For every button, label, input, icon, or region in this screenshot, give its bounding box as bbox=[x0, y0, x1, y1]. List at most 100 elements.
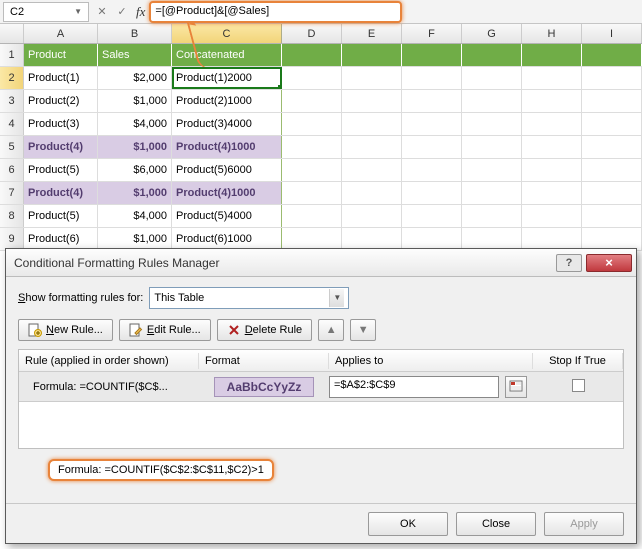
cell-empty[interactable] bbox=[582, 44, 642, 66]
row-header-8[interactable]: 8 bbox=[0, 205, 24, 227]
row-header-7[interactable]: 7 bbox=[0, 182, 24, 204]
cell-empty[interactable] bbox=[342, 44, 402, 66]
formula-input[interactable]: =[@Product]&[@Sales] bbox=[149, 1, 402, 23]
cell-empty[interactable] bbox=[342, 136, 402, 158]
cell-empty[interactable] bbox=[522, 113, 582, 135]
cell-empty[interactable] bbox=[342, 67, 402, 89]
range-picker-button[interactable] bbox=[505, 376, 527, 398]
fx-icon[interactable]: fx bbox=[132, 4, 149, 20]
cell-empty[interactable] bbox=[402, 44, 462, 66]
cell-empty[interactable] bbox=[282, 136, 342, 158]
chevron-down-icon[interactable]: ▼ bbox=[74, 7, 82, 16]
cell-empty[interactable] bbox=[522, 90, 582, 112]
cell-empty[interactable] bbox=[402, 67, 462, 89]
cell-empty[interactable] bbox=[282, 228, 342, 250]
col-header-e[interactable]: E bbox=[342, 24, 402, 43]
cell-product[interactable]: Product(5) bbox=[24, 159, 98, 181]
cell-sales[interactable]: $1,000 bbox=[98, 90, 172, 112]
help-button[interactable]: ? bbox=[556, 254, 582, 272]
cell-sales[interactable]: $1,000 bbox=[98, 228, 172, 250]
header-sales[interactable]: Sales bbox=[98, 44, 172, 66]
cell-concat[interactable]: Product(6)1000 bbox=[172, 228, 282, 250]
rule-row[interactable]: Formula: =COUNTIF($C$... AaBbCcYyZz =$A$… bbox=[19, 372, 623, 402]
cell-empty[interactable] bbox=[522, 159, 582, 181]
new-rule-button[interactable]: New Rule... bbox=[18, 319, 113, 341]
close-dialog-button[interactable]: Close bbox=[456, 512, 536, 536]
cell-empty[interactable] bbox=[282, 205, 342, 227]
cell-concat[interactable]: Product(5)4000 bbox=[172, 205, 282, 227]
cell-sales[interactable]: $4,000 bbox=[98, 113, 172, 135]
cell-empty[interactable] bbox=[282, 90, 342, 112]
cell-empty[interactable] bbox=[522, 228, 582, 250]
cell-empty[interactable] bbox=[462, 67, 522, 89]
cell-empty[interactable] bbox=[582, 113, 642, 135]
cell-product[interactable]: Product(2) bbox=[24, 90, 98, 112]
cell-empty[interactable] bbox=[402, 205, 462, 227]
cancel-formula-icon[interactable]: ✕ bbox=[92, 5, 112, 18]
ok-button[interactable]: OK bbox=[368, 512, 448, 536]
cell-empty[interactable] bbox=[282, 159, 342, 181]
cell-product[interactable]: Product(4) bbox=[24, 182, 98, 204]
active-cell[interactable]: Product(1)2000 bbox=[172, 67, 282, 89]
cell-sales[interactable]: $2,000 bbox=[98, 67, 172, 89]
cell-empty[interactable] bbox=[282, 182, 342, 204]
cell-empty[interactable] bbox=[342, 90, 402, 112]
cell-empty[interactable] bbox=[402, 182, 462, 204]
cell-empty[interactable] bbox=[522, 205, 582, 227]
row-header-1[interactable]: 1 bbox=[0, 44, 24, 66]
row-header-2[interactable]: 2 bbox=[0, 67, 24, 89]
cell-product[interactable]: Product(5) bbox=[24, 205, 98, 227]
applies-to-input[interactable]: =$A$2:$C$9 bbox=[329, 376, 499, 398]
col-header-h[interactable]: H bbox=[522, 24, 582, 43]
cell-empty[interactable] bbox=[402, 228, 462, 250]
cell-empty[interactable] bbox=[402, 159, 462, 181]
cell-concat[interactable]: Product(5)6000 bbox=[172, 159, 282, 181]
cell-empty[interactable] bbox=[342, 205, 402, 227]
cell-concat[interactable]: Product(4)1000 bbox=[172, 136, 282, 158]
cell-concat[interactable]: Product(2)1000 bbox=[172, 90, 282, 112]
close-button[interactable]: × bbox=[586, 254, 632, 272]
cell-sales[interactable]: $1,000 bbox=[98, 136, 172, 158]
col-header-g[interactable]: G bbox=[462, 24, 522, 43]
cell-empty[interactable] bbox=[462, 90, 522, 112]
cell-product[interactable]: Product(6) bbox=[24, 228, 98, 250]
dialog-titlebar[interactable]: Conditional Formatting Rules Manager ? × bbox=[6, 249, 636, 277]
col-header-f[interactable]: F bbox=[402, 24, 462, 43]
cell-sales[interactable]: $4,000 bbox=[98, 205, 172, 227]
cell-empty[interactable] bbox=[582, 159, 642, 181]
cell-empty[interactable] bbox=[462, 113, 522, 135]
name-box[interactable]: C2 ▼ bbox=[3, 2, 89, 22]
cell-concat[interactable]: Product(4)1000 bbox=[172, 182, 282, 204]
cell-empty[interactable] bbox=[462, 228, 522, 250]
cell-empty[interactable] bbox=[462, 136, 522, 158]
cell-empty[interactable] bbox=[582, 67, 642, 89]
col-header-d[interactable]: D bbox=[282, 24, 342, 43]
row-header-9[interactable]: 9 bbox=[0, 228, 24, 250]
cell-concat[interactable]: Product(3)4000 bbox=[172, 113, 282, 135]
cell-empty[interactable] bbox=[462, 159, 522, 181]
move-up-button[interactable]: ▲ bbox=[318, 319, 344, 341]
cell-product[interactable]: Product(3) bbox=[24, 113, 98, 135]
cell-empty[interactable] bbox=[582, 205, 642, 227]
cell-empty[interactable] bbox=[342, 113, 402, 135]
move-down-button[interactable]: ▼ bbox=[350, 319, 376, 341]
cell-empty[interactable] bbox=[282, 67, 342, 89]
stop-if-true-checkbox[interactable] bbox=[572, 379, 585, 392]
col-header-i[interactable]: I bbox=[582, 24, 642, 43]
cell-empty[interactable] bbox=[342, 159, 402, 181]
cell-sales[interactable]: $1,000 bbox=[98, 182, 172, 204]
row-header-6[interactable]: 6 bbox=[0, 159, 24, 181]
col-header-b[interactable]: B bbox=[98, 24, 172, 43]
cell-empty[interactable] bbox=[402, 113, 462, 135]
show-rules-combo[interactable]: This Table ▼ bbox=[149, 287, 349, 309]
cell-empty[interactable] bbox=[462, 205, 522, 227]
cell-empty[interactable] bbox=[462, 44, 522, 66]
cell-empty[interactable] bbox=[582, 228, 642, 250]
cell-product[interactable]: Product(4) bbox=[24, 136, 98, 158]
cell-product[interactable]: Product(1) bbox=[24, 67, 98, 89]
row-header-3[interactable]: 3 bbox=[0, 90, 24, 112]
apply-button[interactable]: Apply bbox=[544, 512, 624, 536]
edit-rule-button[interactable]: Edit Rule... bbox=[119, 319, 211, 341]
cell-sales[interactable]: $6,000 bbox=[98, 159, 172, 181]
cell-empty[interactable] bbox=[342, 182, 402, 204]
